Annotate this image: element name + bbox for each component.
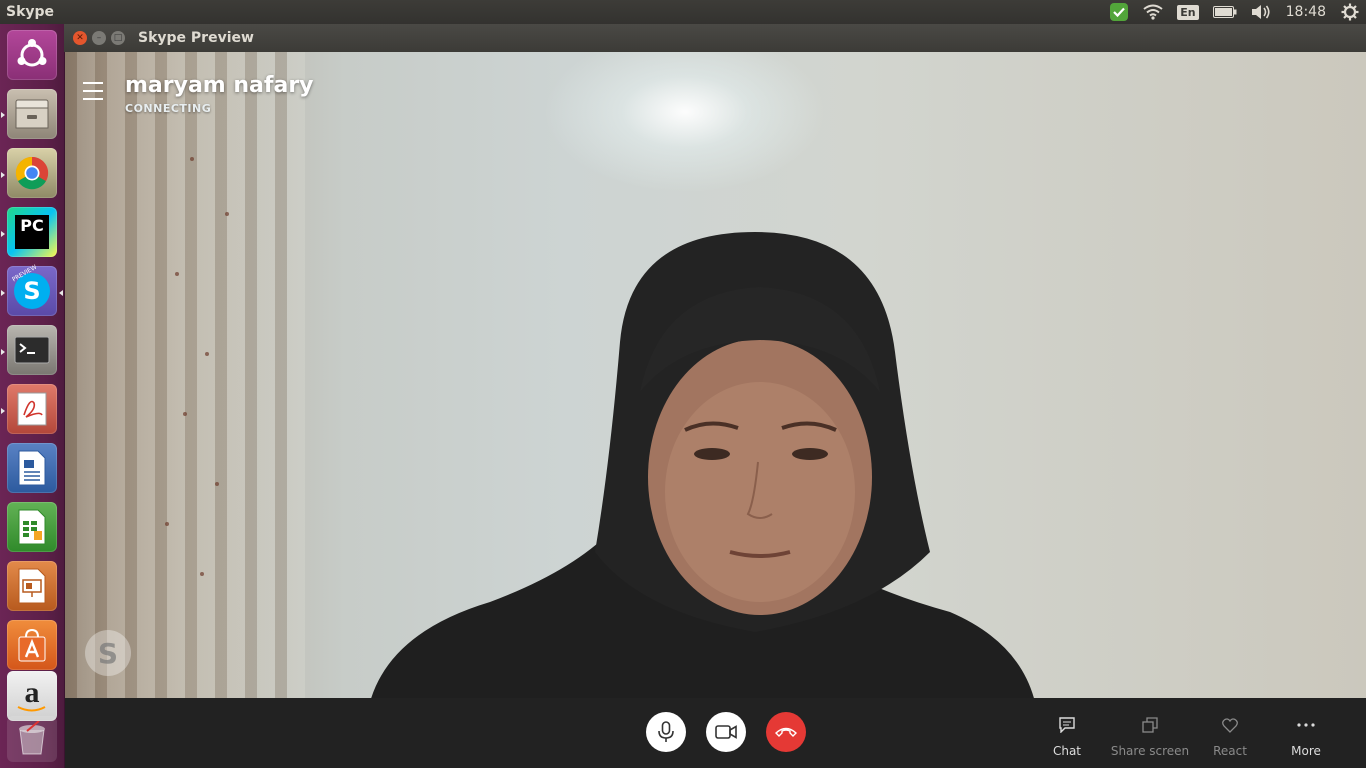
curtain-pattern: [183, 412, 187, 416]
wifi-icon[interactable]: [1143, 0, 1163, 24]
end-call-button[interactable]: [766, 712, 806, 752]
active-app-name: Skype: [6, 4, 55, 20]
curtain-pattern: [175, 272, 179, 276]
focused-indicator: [59, 290, 63, 296]
libreoffice-calc-icon[interactable]: [7, 502, 57, 552]
video-camera-icon: [715, 725, 737, 739]
window-minimize-button[interactable]: –: [92, 31, 106, 45]
system-settings-gear-icon[interactable]: [1341, 0, 1359, 24]
ubuntu-dash-icon[interactable]: [7, 30, 57, 80]
pycharm-icon[interactable]: PC: [7, 207, 57, 257]
running-indicator: [1, 408, 5, 414]
chat-label: Chat: [1052, 744, 1082, 758]
curtain-pattern: [205, 352, 209, 356]
react-label: React: [1213, 744, 1247, 758]
caller-name: maryam nafary: [125, 73, 314, 98]
volume-icon[interactable]: [1251, 0, 1271, 24]
running-indicator: [1, 349, 5, 355]
hang-up-phone-icon: [775, 727, 797, 737]
chrome-icon[interactable]: [7, 148, 57, 198]
launcher: PC S PREVIEW a: [0, 24, 65, 768]
remote-video-feed: maryam nafary CONNECTING S: [65, 52, 1366, 698]
heart-icon: [1222, 717, 1238, 733]
skype-watermark-icon: S: [85, 630, 131, 676]
caller-silhouette: [370, 232, 1040, 698]
share-screen-icon: [1142, 717, 1158, 733]
curtain-pattern: [215, 482, 219, 486]
clock[interactable]: 18:48: [1286, 4, 1326, 20]
share-screen-button[interactable]: Share screen: [1105, 714, 1195, 758]
amazon-icon[interactable]: a: [7, 671, 57, 721]
window-titlebar[interactable]: ✕ – □ Skype Preview: [64, 24, 1366, 52]
chat-icon: [1059, 717, 1075, 733]
keyboard-language-indicator[interactable]: En: [1177, 0, 1199, 24]
indicator-area: En 18:48: [1102, 0, 1366, 24]
trash-icon[interactable]: [7, 716, 57, 762]
files-icon[interactable]: [7, 89, 57, 139]
update-shield-icon[interactable]: [1109, 0, 1129, 24]
curtain-pattern: [200, 572, 204, 576]
curtain-pattern: [225, 212, 229, 216]
video-camera-button[interactable]: [706, 712, 746, 752]
menu-hamburger-icon[interactable]: [83, 82, 103, 100]
curtain-pattern: [190, 157, 194, 161]
window-maximize-button[interactable]: □: [111, 31, 125, 45]
language-label: En: [1177, 4, 1199, 20]
curtain-pattern: [165, 522, 169, 526]
top-panel: Skype En 18:48: [0, 0, 1366, 24]
curtain-background: [65, 52, 305, 698]
terminal-icon[interactable]: [7, 325, 57, 375]
running-indicator: [1, 231, 5, 237]
libreoffice-writer-icon[interactable]: [7, 443, 57, 493]
share-screen-label: Share screen: [1110, 744, 1190, 758]
pycharm-logo: PC: [15, 215, 49, 249]
more-label: More: [1291, 744, 1321, 758]
call-status: CONNECTING: [125, 102, 212, 115]
running-indicator: [1, 290, 5, 296]
ubuntu-software-icon[interactable]: [7, 620, 57, 670]
running-indicator: [1, 172, 5, 178]
more-dots-icon: [1297, 723, 1315, 727]
battery-icon[interactable]: [1212, 0, 1237, 24]
window-title: Skype Preview: [138, 30, 254, 46]
more-button[interactable]: More: [1261, 714, 1351, 758]
microphone-button[interactable]: [646, 712, 686, 752]
window-close-button[interactable]: ✕: [73, 31, 87, 45]
chat-button[interactable]: Chat: [1022, 714, 1112, 758]
libreoffice-impress-icon[interactable]: [7, 561, 57, 611]
skype-preview-icon[interactable]: S PREVIEW: [7, 264, 57, 316]
document-viewer-icon[interactable]: [7, 384, 57, 434]
microphone-icon: [658, 721, 674, 742]
running-indicator: [1, 112, 5, 118]
call-controls-bar: Chat Share screen React More: [65, 698, 1366, 768]
